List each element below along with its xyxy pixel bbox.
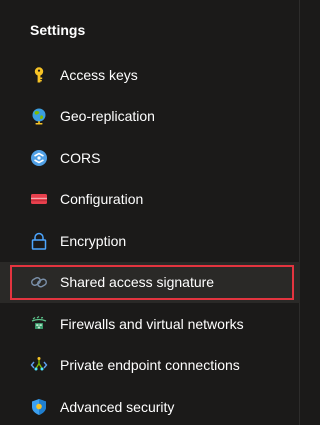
menu-item-firewalls[interactable]: Firewalls and virtual networks [0, 303, 300, 345]
menu-item-label: Shared access signature [60, 274, 215, 291]
menu-item-shared-access-signature[interactable]: Shared access signature [0, 261, 300, 303]
menu-item-label: CORS [60, 149, 101, 166]
menu-item-label: Geo-replication [60, 108, 155, 125]
menu-item-advanced-security[interactable]: Advanced security [0, 386, 300, 425]
menu-item-label: Encryption [60, 232, 127, 249]
cors-icon [30, 149, 48, 167]
configuration-icon [30, 190, 48, 208]
menu-item-label: Access keys [60, 66, 138, 83]
globe-icon [30, 107, 48, 125]
menu-item-configuration[interactable]: Configuration [0, 179, 300, 221]
section-title: Settings [30, 22, 86, 38]
menu-item-label: Private endpoint connections [60, 357, 240, 374]
key-icon [30, 66, 48, 84]
menu-item-access-keys[interactable]: Access keys [0, 54, 300, 96]
firewall-icon [30, 315, 48, 333]
menu-item-cors[interactable]: CORS [0, 137, 300, 179]
menu-item-label: Configuration [60, 191, 144, 208]
settings-panel: Settings Access keys Geo-replication COR… [0, 0, 300, 425]
link-icon [30, 273, 48, 291]
menu-item-private-endpoint[interactable]: Private endpoint connections [0, 345, 300, 387]
shield-icon [30, 398, 48, 416]
menu-item-label: Firewalls and virtual networks [60, 315, 244, 332]
menu-item-encryption[interactable]: Encryption [0, 220, 300, 262]
menu-item-geo-replication[interactable]: Geo-replication [0, 96, 300, 138]
endpoint-icon [30, 356, 48, 374]
settings-menu: Access keys Geo-replication CORS Configu… [0, 54, 300, 425]
lock-icon [30, 232, 48, 250]
menu-item-label: Advanced security [60, 398, 175, 415]
